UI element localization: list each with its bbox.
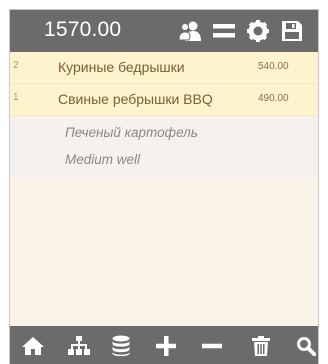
modifier-item[interactable]: Medium well — [10, 146, 318, 173]
bottom-toolbar — [10, 326, 318, 364]
top-toolbar: 1570.00 — [10, 10, 318, 52]
minus-icon[interactable] — [200, 334, 224, 358]
trash-icon[interactable] — [249, 334, 273, 358]
plus-icon[interactable] — [154, 334, 178, 358]
order-item-row[interactable]: 1 Свиные ребрышки BBQ 490.00 — [10, 84, 318, 116]
settings-icon[interactable] — [246, 19, 270, 43]
item-quantity: 1 — [13, 92, 19, 103]
item-price: 490.00 — [258, 93, 289, 104]
order-list: 2 Куриные бедрышки 540.00 1 Свиные ребры… — [10, 52, 318, 179]
search-icon[interactable] — [294, 334, 318, 358]
item-name: Куриные бедрышки — [58, 59, 185, 75]
item-modifiers: Печеный картофель Medium well — [10, 116, 318, 179]
home-icon[interactable] — [21, 334, 45, 358]
menu-icon[interactable] — [212, 19, 236, 43]
order-total: 1570.00 — [44, 18, 122, 41]
users-icon[interactable] — [178, 19, 202, 43]
save-icon[interactable] — [280, 19, 304, 43]
modifier-item[interactable]: Печеный картофель — [10, 119, 318, 146]
item-price: 540.00 — [258, 61, 289, 72]
item-name: Свиные ребрышки BBQ — [58, 91, 213, 107]
order-item-row[interactable]: 2 Куриные бедрышки 540.00 — [10, 52, 318, 84]
hierarchy-icon[interactable] — [67, 334, 91, 358]
item-quantity: 2 — [13, 60, 19, 71]
order-panel: 1570.00 2 Куриные бедрышки 540.00 1 Свин… — [9, 9, 319, 364]
database-icon[interactable] — [109, 334, 133, 358]
